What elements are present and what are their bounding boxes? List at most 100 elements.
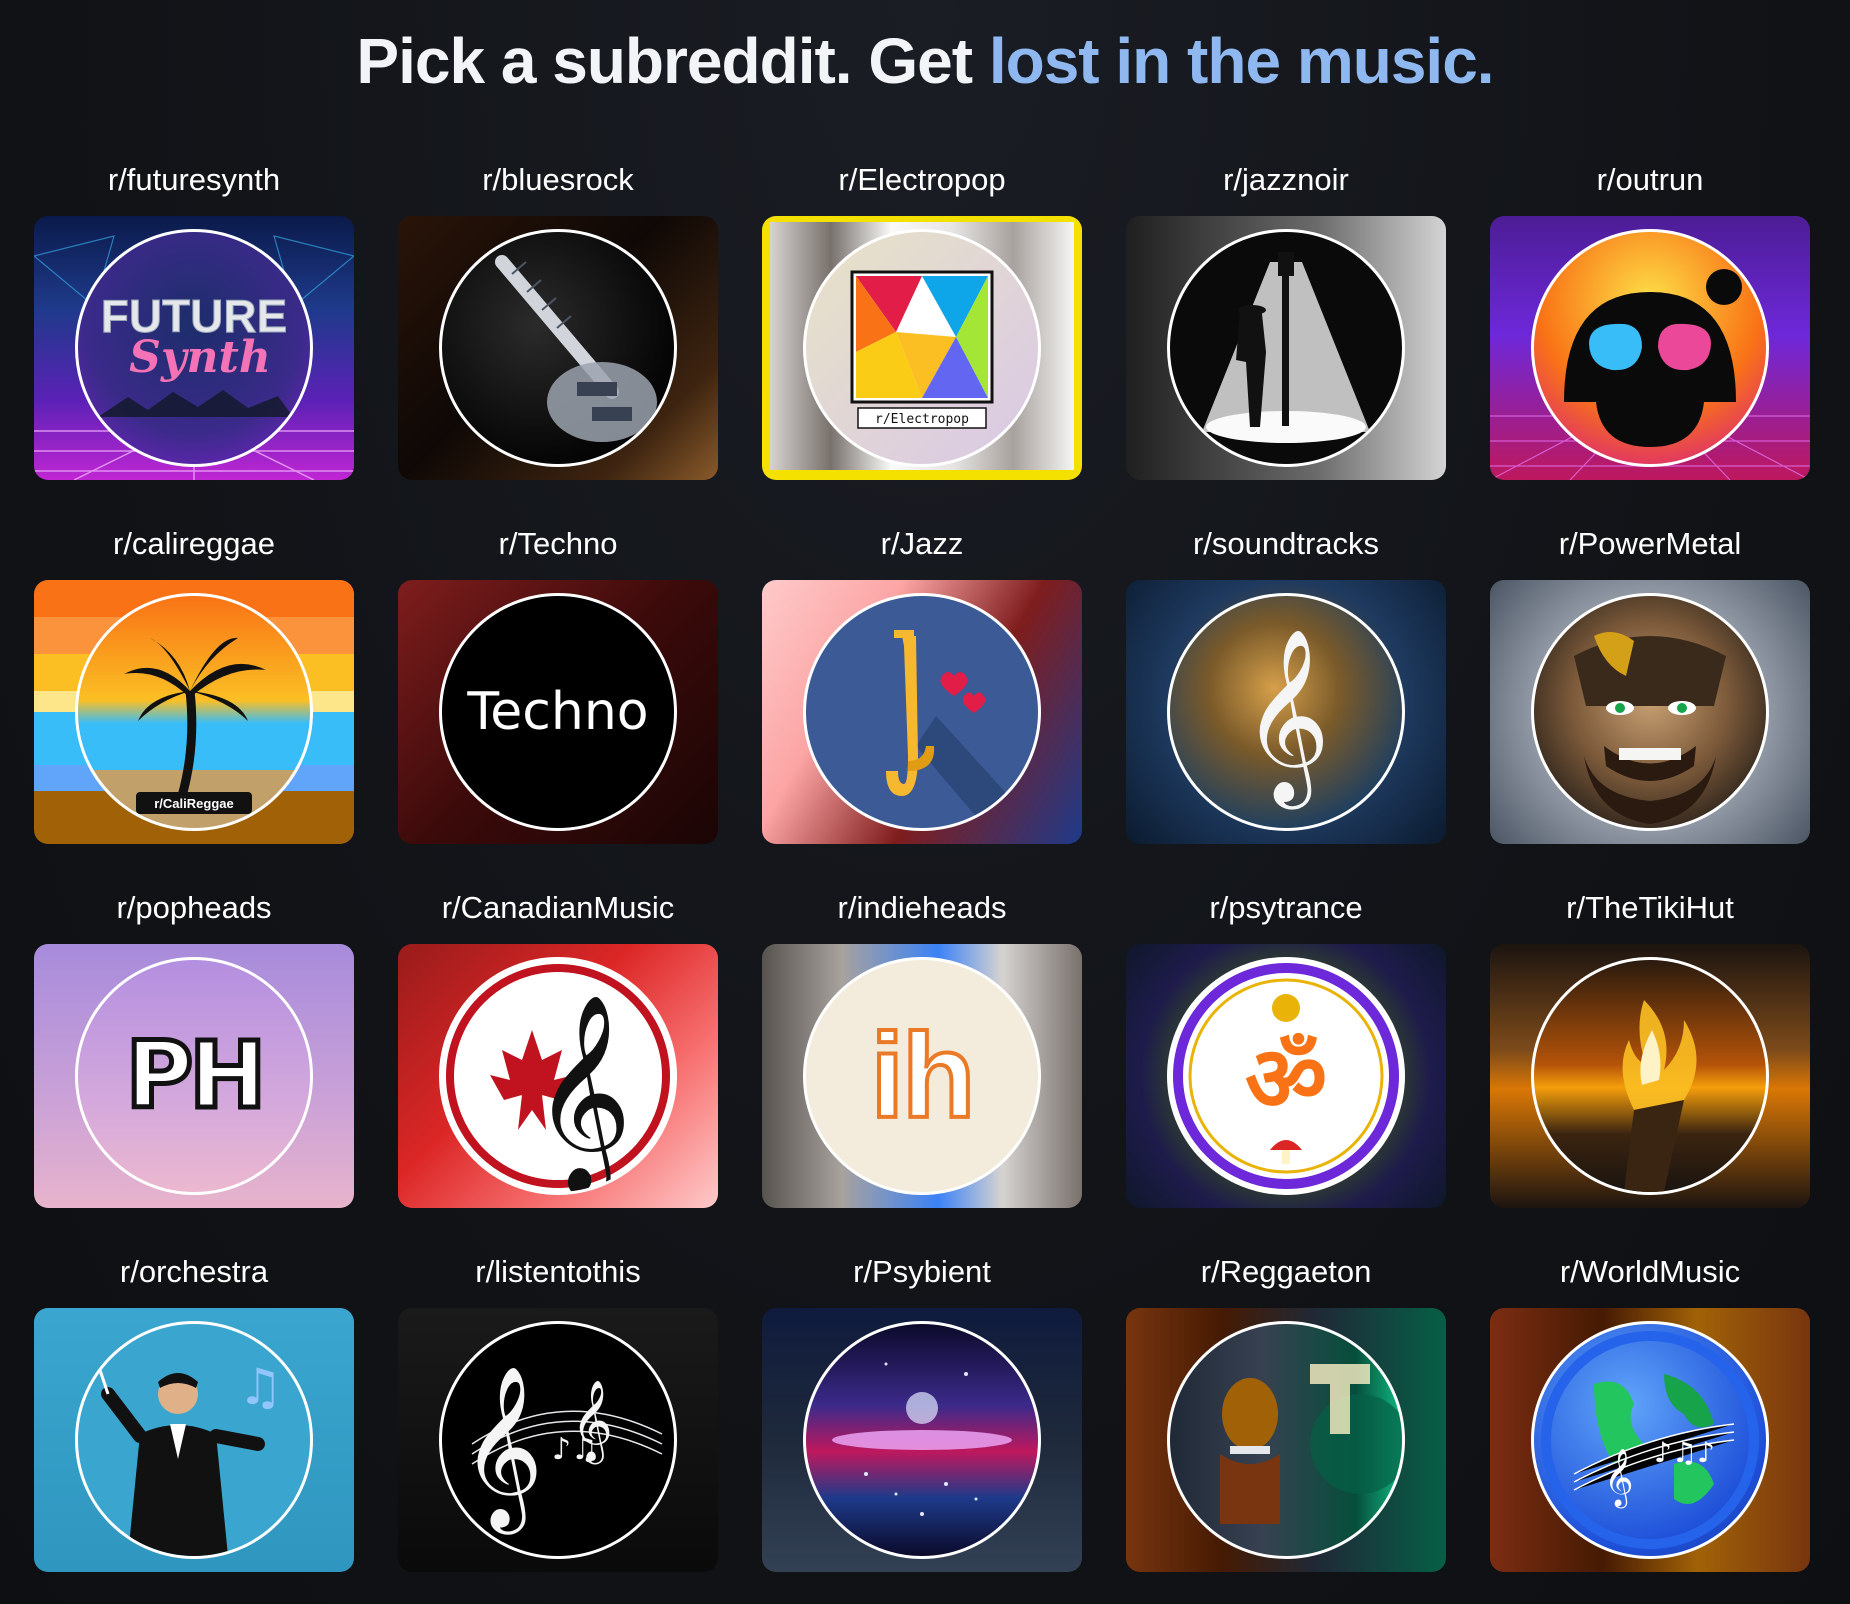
- subreddit-name: r/calireggae: [113, 526, 275, 561]
- subreddit-grid: r/futuresynth FUTURE Synth r/bluesrock r…: [34, 160, 1820, 1604]
- subreddit-banner: ॐ: [1126, 944, 1446, 1208]
- subreddit-name: r/Jazz: [880, 526, 964, 561]
- lamppost-silhouette-icon: [1167, 229, 1405, 467]
- conductor-icon: ♫: [75, 1321, 313, 1559]
- subreddit-name: r/TheTikiHut: [1566, 890, 1734, 925]
- palm-tree-sunset-icon: r/CaliReggae: [75, 593, 313, 831]
- grid-row: r/futuresynth FUTURE Synth r/bluesrock r…: [34, 160, 1820, 524]
- grid-row: r/orchestra ♫ r/listentothis 𝄞 𝄞 ♪♫ r/Ps…: [34, 1252, 1820, 1604]
- svg-text:ॐ: ॐ: [1245, 1027, 1327, 1132]
- subreddit-name: r/Psybient: [853, 1254, 991, 1289]
- subreddit-card-electropop[interactable]: r/Electropop r/Electropop: [762, 160, 1082, 524]
- subreddit-card-jazz[interactable]: r/Jazz: [762, 524, 1082, 888]
- ph-logo-text: PH: [123, 1022, 268, 1129]
- om-symbol-icon: ॐ: [1167, 957, 1405, 1195]
- subreddit-card-calireggae[interactable]: r/calireggae r/CaliReggae: [34, 524, 354, 888]
- subreddit-banner: [1490, 216, 1810, 480]
- music-notes-icon: 𝄞 𝄞 ♪♫: [439, 1321, 677, 1559]
- subreddit-banner: [762, 1308, 1082, 1572]
- subreddit-name: r/orchestra: [119, 1254, 269, 1289]
- subreddit-card-listentothis[interactable]: r/listentothis 𝄞 𝄞 ♪♫: [398, 1252, 718, 1604]
- maple-leaf-clef-icon: 𝄞: [439, 957, 677, 1195]
- subreddit-name: r/jazznoir: [1223, 162, 1349, 197]
- subreddit-banner: r/Electropop: [762, 216, 1082, 480]
- svg-text:♪♫: ♪♫: [552, 1432, 598, 1467]
- subreddit-card-psytrance[interactable]: r/psytrance ॐ: [1126, 888, 1446, 1252]
- subreddit-banner: [398, 216, 718, 480]
- subreddit-banner: 𝄞: [1126, 580, 1446, 844]
- subreddit-card-thetikihut[interactable]: r/TheTikiHut: [1490, 888, 1810, 1252]
- subreddit-card-futuresynth[interactable]: r/futuresynth FUTURE Synth: [34, 160, 354, 524]
- subreddit-card-powermetal[interactable]: r/PowerMetal: [1490, 524, 1810, 888]
- subreddit-card-popheads[interactable]: r/popheads PH: [34, 888, 354, 1252]
- headline-text: Pick a subreddit. Get: [356, 25, 989, 97]
- svg-text:Synth: Synth: [129, 332, 271, 383]
- cosmic-landscape-icon: [803, 1321, 1041, 1559]
- subreddit-banner: ih: [762, 944, 1082, 1208]
- subreddit-card-reggaeton[interactable]: r/Reggaeton: [1126, 1252, 1446, 1604]
- tiki-torch-icon: [1531, 957, 1769, 1195]
- subreddit-banner: ♫: [34, 1308, 354, 1572]
- warrior-face-icon: [1531, 593, 1769, 831]
- page-headline: Pick a subreddit. Get lost in the music.: [0, 24, 1850, 98]
- subreddit-name: r/bluesrock: [482, 162, 634, 197]
- headline-accent-text: lost in the music.: [988, 25, 1495, 97]
- techno-logo-text: Techno: [467, 682, 649, 742]
- subreddit-banner: 𝄞 ♪♫♪: [1490, 1308, 1810, 1572]
- globe-music-icon: 𝄞 ♪♫♪: [1531, 1321, 1769, 1559]
- subreddit-name: r/WorldMusic: [1559, 1254, 1741, 1289]
- electropop-logo-icon: r/Electropop: [803, 229, 1041, 467]
- page: Pick a subreddit. Get lost in the music.…: [0, 0, 1850, 1604]
- subreddit-banner: FUTURE Synth: [34, 216, 354, 480]
- subreddit-card-indieheads[interactable]: r/indieheads ih: [762, 888, 1082, 1252]
- grid-row: r/popheads PH r/CanadianMusic 𝄞 r/indieh…: [34, 888, 1820, 1252]
- subreddit-banner: [762, 580, 1082, 844]
- svg-text:𝄞: 𝄞: [532, 993, 632, 1192]
- subreddit-banner: 𝄞 𝄞 ♪♫: [398, 1308, 718, 1572]
- sunglasses-alien-icon: [1531, 229, 1769, 467]
- subreddit-card-worldmusic[interactable]: r/WorldMusic 𝄞 ♪♫♪: [1490, 1252, 1810, 1604]
- subreddit-card-bluesrock[interactable]: r/bluesrock: [398, 160, 718, 524]
- svg-text:𝄞: 𝄞: [461, 1365, 544, 1535]
- subreddit-name: r/PowerMetal: [1558, 526, 1742, 561]
- subreddit-name: r/CanadianMusic: [441, 890, 675, 925]
- subreddit-name: r/outrun: [1596, 162, 1704, 197]
- ih-logo-text: ih: [869, 1009, 978, 1143]
- subreddit-name: r/Techno: [498, 526, 618, 561]
- subreddit-card-canadianmusic[interactable]: r/CanadianMusic 𝄞: [398, 888, 718, 1252]
- grid-row: r/calireggae r/CaliReggae r/Techno Techn…: [34, 524, 1820, 888]
- subreddit-banner: [1126, 1308, 1446, 1572]
- subreddit-banner: [1490, 944, 1810, 1208]
- electric-guitar-icon: [439, 229, 677, 467]
- subreddit-name: r/popheads: [116, 890, 272, 925]
- subreddit-name: r/psytrance: [1209, 890, 1363, 925]
- treble-clef-icon: 𝄞: [1167, 593, 1405, 831]
- subreddit-name: r/futuresynth: [107, 162, 281, 197]
- subreddit-name: r/listentothis: [475, 1254, 641, 1289]
- ph-logo-icon: PH: [75, 957, 313, 1195]
- subreddit-banner: PH: [34, 944, 354, 1208]
- calireggae-badge: r/CaliReggae: [154, 796, 233, 811]
- subreddit-card-orchestra[interactable]: r/orchestra ♫: [34, 1252, 354, 1604]
- svg-text:𝄞: 𝄞: [1242, 628, 1331, 810]
- subreddit-banner: [1490, 580, 1810, 844]
- subreddit-card-soundtracks[interactable]: r/soundtracks 𝄞: [1126, 524, 1446, 888]
- subreddit-banner: Techno: [398, 580, 718, 844]
- reggaeton-collage-icon: [1167, 1321, 1405, 1559]
- futuresynth-logo-icon: FUTURE Synth: [75, 229, 313, 467]
- subreddit-card-techno[interactable]: r/Techno Techno: [398, 524, 718, 888]
- subreddit-banner: [1126, 216, 1446, 480]
- subreddit-card-outrun[interactable]: r/outrun: [1490, 160, 1810, 524]
- electropop-badge: r/Electropop: [875, 412, 969, 427]
- subreddit-name: r/indieheads: [837, 890, 1007, 925]
- techno-text-icon: Techno: [439, 593, 677, 831]
- subreddit-name: r/Reggaeton: [1200, 1254, 1372, 1289]
- subreddit-banner: 𝄞: [398, 944, 718, 1208]
- saxophone-icon: [803, 593, 1041, 831]
- subreddit-card-psybient[interactable]: r/Psybient: [762, 1252, 1082, 1604]
- svg-text:𝄞: 𝄞: [1604, 1448, 1634, 1509]
- subreddit-name: r/Electropop: [838, 162, 1006, 197]
- ih-logo-icon: ih: [803, 957, 1041, 1195]
- svg-text:♪♫♪: ♪♫♪: [1654, 1436, 1715, 1469]
- subreddit-card-jazznoir[interactable]: r/jazznoir: [1126, 160, 1446, 524]
